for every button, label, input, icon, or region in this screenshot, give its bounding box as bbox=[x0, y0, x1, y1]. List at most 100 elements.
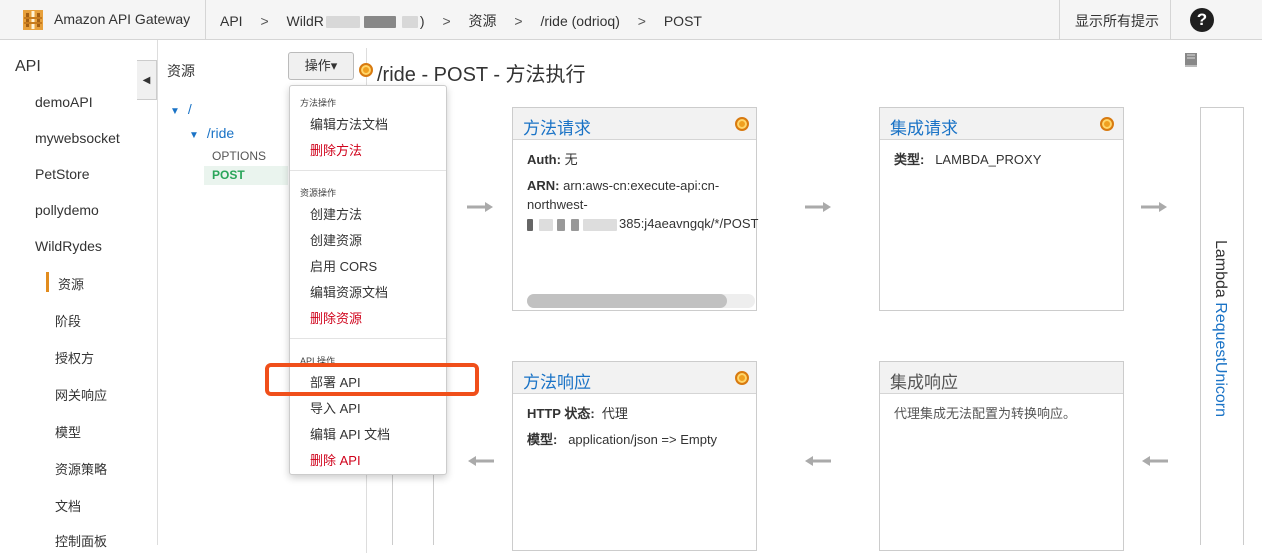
nav-api-item[interactable]: mywebsocket bbox=[35, 130, 120, 146]
auth-line: Auth: 无 bbox=[527, 150, 742, 169]
panel-header: 方法请求 bbox=[513, 108, 756, 140]
tree-root[interactable]: ▼ / bbox=[170, 101, 192, 117]
integration-response-panel: 集成响应 代理集成无法配置为转换响应。 bbox=[879, 361, 1124, 551]
menu-item-edit-resource-docs[interactable]: 编辑资源文档 bbox=[310, 282, 388, 301]
scrollbar-thumb[interactable] bbox=[527, 294, 727, 308]
expand-icon[interactable]: ▼ bbox=[170, 106, 180, 117]
crumb-separator: > bbox=[442, 13, 451, 29]
help-icon[interactable]: ? bbox=[1190, 8, 1214, 32]
nav-api-item[interactable]: PetStore bbox=[35, 166, 89, 182]
flow-line bbox=[392, 475, 393, 545]
lambda-prefix: Lambda bbox=[1212, 240, 1229, 298]
redacted-block bbox=[539, 218, 553, 231]
divider bbox=[1059, 0, 1060, 40]
method-response-panel: 方法响应 HTTP 状态: 代理 模型: application/json =>… bbox=[512, 361, 757, 551]
arn-line3-row: 385:j4aeavngqk/*/POST bbox=[527, 214, 758, 233]
panel-header: 方法响应 bbox=[513, 362, 756, 394]
nav-sub-item-gateway-responses[interactable]: 网关响应 bbox=[55, 385, 107, 404]
integration-response-title: 集成响应 bbox=[890, 373, 958, 392]
nav-api-root[interactable]: API bbox=[15, 58, 41, 76]
menu-item-enable-cors[interactable]: 启用 CORS bbox=[310, 256, 377, 275]
type-label: 类型: bbox=[894, 152, 925, 167]
menu-item-create-resource[interactable]: 创建资源 bbox=[310, 230, 362, 249]
show-all-hints-button[interactable]: 显示所有提示 bbox=[1075, 11, 1159, 31]
crumb-api-name[interactable]: WildR) bbox=[287, 13, 425, 29]
nav-api-item[interactable]: demoAPI bbox=[35, 94, 93, 110]
menu-item-delete-resource[interactable]: 删除资源 bbox=[310, 308, 362, 327]
nav-sub-item-dashboard[interactable]: 控制面板 bbox=[55, 531, 107, 550]
horizontal-scrollbar[interactable] bbox=[527, 294, 755, 308]
integration-request-title[interactable]: 集成请求 bbox=[890, 114, 958, 139]
arrow-left-icon bbox=[805, 456, 831, 466]
lambda-label: Lambda RequestUnicorn bbox=[1211, 240, 1229, 417]
crumb-separator: > bbox=[260, 13, 269, 29]
arn-line3: 385:j4aeavngqk/*/POST bbox=[619, 216, 759, 231]
flow-line bbox=[433, 475, 434, 545]
method-request-title[interactable]: 方法请求 bbox=[523, 114, 591, 139]
book-icon[interactable] bbox=[1182, 52, 1200, 68]
model-value: application/json => Empty bbox=[568, 432, 718, 447]
orange-dot-icon[interactable] bbox=[1100, 117, 1114, 131]
crumb-api[interactable]: API bbox=[220, 13, 243, 29]
crumb-separator: > bbox=[514, 13, 523, 29]
breadcrumb: API > WildR) > 资源 > /ride (odrioq) > POS… bbox=[220, 11, 716, 31]
actions-dropdown-menu: 方法操作 编辑方法文档 删除方法 资源操作 创建方法 创建资源 启用 CORS … bbox=[289, 85, 447, 475]
nav-sub-item-resources[interactable]: 资源 bbox=[58, 274, 84, 293]
redacted-block bbox=[571, 218, 579, 231]
page-title: /ride - POST - 方法执行 bbox=[377, 64, 586, 86]
lambda-function-link[interactable]: RequestUnicorn bbox=[1212, 302, 1229, 417]
orange-dot-icon[interactable] bbox=[735, 117, 749, 131]
orange-dot-icon[interactable] bbox=[359, 63, 373, 77]
top-bar: Amazon API Gateway API > WildR) > 资源 > /… bbox=[0, 0, 1262, 40]
method-post-selected[interactable]: POST bbox=[204, 166, 288, 185]
deploy-api-highlight bbox=[265, 363, 479, 396]
method-options[interactable]: OPTIONS bbox=[212, 149, 266, 163]
redacted-block bbox=[557, 218, 565, 231]
nav-sub-item-documentation[interactable]: 文档 bbox=[55, 496, 81, 515]
divider bbox=[205, 0, 206, 40]
crumb-resources[interactable]: 资源 bbox=[469, 13, 497, 29]
crumb-resource[interactable]: /ride (odrioq) bbox=[541, 13, 620, 29]
nav-sub-item-models[interactable]: 模型 bbox=[55, 422, 81, 441]
arn-label: ARN: bbox=[527, 178, 560, 193]
app-title[interactable]: Amazon API Gateway bbox=[54, 11, 190, 27]
redacted-block bbox=[325, 16, 360, 29]
menu-item-create-method[interactable]: 创建方法 bbox=[310, 204, 362, 223]
tree-root-label: / bbox=[187, 101, 192, 117]
status-line: HTTP 状态: 代理 bbox=[527, 404, 742, 423]
nav-sub-item-authorizers[interactable]: 授权方 bbox=[55, 348, 94, 367]
aws-logo-icon[interactable] bbox=[21, 8, 45, 32]
status-value: 代理 bbox=[601, 406, 628, 421]
tree-resource[interactable]: ▼ /ride bbox=[189, 125, 234, 141]
actions-button[interactable]: 操作▾ bbox=[288, 52, 354, 80]
model-line: 模型: application/json => Empty bbox=[527, 430, 742, 449]
nav-sub-item-resource-policy[interactable]: 资源策略 bbox=[55, 459, 107, 478]
menu-item-delete-api[interactable]: 删除 API bbox=[310, 450, 361, 469]
menu-group-resource: 资源操作 bbox=[300, 188, 337, 198]
type-value: LAMBDA_PROXY bbox=[935, 152, 1042, 167]
redacted-block bbox=[401, 16, 418, 29]
arrow-right-icon bbox=[467, 202, 493, 212]
crumb-separator: > bbox=[637, 13, 646, 29]
menu-item-delete-method[interactable]: 删除方法 bbox=[310, 140, 362, 159]
integration-request-panel: 集成请求 类型: LAMBDA_PROXY bbox=[879, 107, 1124, 311]
crumb-api-name-tail: ) bbox=[419, 13, 425, 29]
expand-icon[interactable]: ▼ bbox=[189, 130, 199, 141]
redacted-block bbox=[363, 16, 396, 29]
redacted-block bbox=[527, 218, 533, 231]
orange-dot-icon[interactable] bbox=[735, 371, 749, 385]
nav-api-item[interactable]: WildRydes bbox=[35, 238, 102, 254]
nav-api-item[interactable]: pollydemo bbox=[35, 202, 99, 218]
arn-line2: northwest- bbox=[527, 197, 588, 212]
menu-item-edit-api-docs[interactable]: 编辑 API 文档 bbox=[310, 424, 390, 443]
left-nav: API demoAPI mywebsocket PetStore pollyde… bbox=[0, 41, 137, 549]
method-response-title[interactable]: 方法响应 bbox=[523, 368, 591, 393]
menu-item-import-api[interactable]: 导入 API bbox=[310, 398, 361, 417]
collapse-icon[interactable]: ◀ bbox=[137, 60, 157, 100]
menu-group-method: 方法操作 bbox=[300, 98, 337, 108]
tree-resource-label: /ride bbox=[206, 125, 235, 141]
nav-sub-item-stages[interactable]: 阶段 bbox=[55, 311, 81, 330]
menu-item-edit-method-docs[interactable]: 编辑方法文档 bbox=[310, 114, 388, 133]
model-label: 模型: bbox=[527, 432, 558, 447]
resources-header: 资源 bbox=[167, 63, 195, 79]
